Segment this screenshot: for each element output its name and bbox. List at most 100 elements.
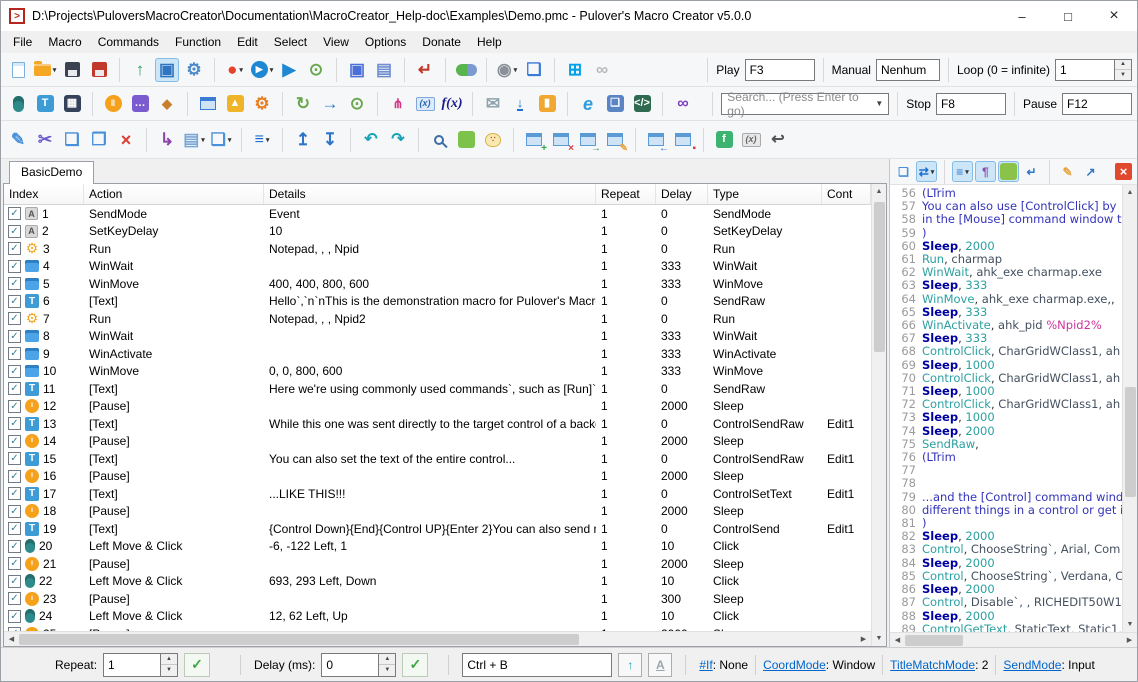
repeat-input[interactable] (103, 653, 161, 677)
window-command-icon[interactable] (196, 92, 220, 116)
insert-file-icon[interactable]: ↳ (155, 128, 179, 152)
power-options-icon[interactable]: ◉▾ (495, 58, 519, 82)
highlight-icon[interactable] (998, 161, 1019, 182)
table-row[interactable]: ✓T19[Text]{Control Down}{End}{Control UP… (4, 520, 871, 538)
row-checkbox[interactable]: ✓ (8, 417, 21, 430)
row-checkbox[interactable]: ✓ (8, 260, 21, 273)
scroll-down-icon[interactable]: ▼ (872, 631, 887, 646)
table-row[interactable]: ✓A2SetKeyDelay1010SetKeyDelay (4, 223, 871, 241)
play-circle-icon[interactable]: ▶▾ (250, 58, 274, 82)
variables-lock-icon[interactable]: (x) (739, 128, 763, 152)
table-row[interactable]: ✓‖23[Pause]1300Sleep (4, 590, 871, 608)
loop-count-stepper[interactable]: ▲▼ (1115, 59, 1132, 81)
record-icon[interactable]: ●▾ (223, 58, 247, 82)
timed-play-icon[interactable]: ⊙ (304, 58, 328, 82)
table-row[interactable]: ✓4WinWait1333WinWait (4, 258, 871, 276)
menu-view[interactable]: View (315, 32, 357, 52)
pause-hotkey-input[interactable] (1062, 93, 1132, 115)
cut-icon[interactable]: ✂ (33, 128, 57, 152)
menu-function[interactable]: Function (167, 32, 229, 52)
row-checkbox[interactable]: ✓ (8, 225, 21, 238)
status-link-if[interactable]: #If (699, 658, 712, 672)
row-checkbox[interactable]: ✓ (8, 452, 21, 465)
chevron-down-icon[interactable]: ▼ (875, 99, 883, 108)
delay-input[interactable] (321, 653, 379, 677)
status-link-sendmode[interactable]: SendMode (1003, 658, 1061, 672)
open-folder-icon[interactable]: ▾ (33, 58, 57, 82)
table-row[interactable]: ✓T6[Text]Hello`,`n`nThis is the demonstr… (4, 293, 871, 311)
column-header-index[interactable]: Index (4, 184, 84, 204)
gamepad-icon[interactable]: ∞ (590, 58, 614, 82)
toggle-icon[interactable] (454, 58, 478, 82)
row-checkbox[interactable]: ✓ (8, 312, 21, 325)
hotkey-input[interactable] (462, 653, 612, 677)
chevron-down-icon[interactable]: ▾ (228, 136, 232, 144)
scrollbar-thumb[interactable] (1125, 387, 1136, 497)
code-horizontal-scrollbar[interactable]: ◀ ▶ (890, 632, 1137, 647)
column-header-repeat[interactable]: Repeat (596, 184, 656, 204)
row-checkbox[interactable]: ✓ (8, 487, 21, 500)
manual-hotkey-input[interactable] (876, 59, 940, 81)
repeat-stepper[interactable]: ▲▼ (161, 653, 178, 677)
table-row[interactable]: ✓10WinMove0, 0, 800, 6001333WinMove (4, 363, 871, 381)
word-wrap-icon[interactable]: ↵ (1021, 161, 1042, 182)
edit-script-icon[interactable]: ✎ (1057, 161, 1078, 182)
chevron-down-icon[interactable]: ▾ (266, 136, 270, 144)
spin-up-icon[interactable]: ▲ (1115, 60, 1131, 71)
scroll-up-icon[interactable]: ▲ (1123, 185, 1138, 200)
palette-icon[interactable]: ∵ (481, 128, 505, 152)
chevron-down-icon[interactable]: ▾ (514, 66, 518, 74)
scrollbar-thumb[interactable] (19, 634, 579, 645)
apply-repeat-button[interactable]: ✓ (184, 653, 210, 677)
spin-down-icon[interactable]: ▼ (1115, 70, 1131, 80)
scroll-left-icon[interactable]: ◀ (890, 633, 905, 648)
menu-donate[interactable]: Donate (414, 32, 469, 52)
minimize-window-icon[interactable]: ▤ (372, 58, 396, 82)
table-row[interactable]: ✓5WinMove400, 400, 800, 6001333WinMove (4, 275, 871, 293)
menu-file[interactable]: File (5, 32, 40, 52)
window-save-icon[interactable]: ▪ (671, 128, 695, 152)
scroll-left-icon[interactable]: ◀ (4, 632, 19, 647)
paste-icon[interactable]: ❒ (87, 128, 111, 152)
variable-icon[interactable]: (x) (413, 92, 437, 116)
row-checkbox[interactable]: ✓ (8, 435, 21, 448)
row-checkbox[interactable]: ✓ (8, 277, 21, 290)
show-symbols-icon[interactable]: ¶ (975, 161, 996, 182)
comment-icon[interactable] (454, 128, 478, 152)
table-row[interactable]: ✓T11[Text]Here we're using commonly used… (4, 380, 871, 398)
select-options-icon[interactable]: ▤▾ (182, 128, 206, 152)
image-binoculars-icon[interactable]: ∞ (671, 92, 695, 116)
table-row[interactable]: ✓⚙7RunNotepad, , , Npid210Run (4, 310, 871, 328)
format-options-icon[interactable]: ≡▾ (952, 161, 973, 182)
table-row[interactable]: ✓T13[Text]While this one was sent direct… (4, 415, 871, 433)
mouse-icon[interactable] (6, 92, 30, 116)
redo-icon[interactable]: ↷ (386, 128, 410, 152)
chevron-down-icon[interactable]: ▾ (270, 66, 274, 74)
status-link-titlematchmode[interactable]: TitleMatchMode (890, 658, 975, 672)
row-checkbox[interactable]: ✓ (8, 557, 21, 570)
copy-icon[interactable]: ❏ (60, 128, 84, 152)
table-row[interactable]: ✓⚙3RunNotepad, , , Npid10Run (4, 240, 871, 258)
row-checkbox[interactable]: ✓ (8, 347, 21, 360)
row-checkbox[interactable]: ✓ (8, 470, 21, 483)
chevron-down-icon[interactable]: ▾ (201, 136, 205, 144)
scroll-right-icon[interactable]: ▶ (1122, 633, 1137, 648)
text-shortcut-button[interactable]: A (648, 653, 672, 677)
menu-options[interactable]: Options (357, 32, 414, 52)
maximize-button[interactable]: □ (1045, 1, 1091, 31)
image-search-icon[interactable]: ▲ (223, 92, 247, 116)
column-header-action[interactable]: Action (84, 184, 264, 204)
window-apply-icon[interactable]: → (576, 128, 600, 152)
table-row[interactable]: ✓20Left Move & Click-6, -122 Left, 1110C… (4, 538, 871, 556)
new-file-icon[interactable] (6, 58, 30, 82)
scrollbar-thumb[interactable] (905, 635, 963, 646)
chevron-down-icon[interactable]: ▾ (965, 168, 969, 176)
row-checkbox[interactable]: ✓ (8, 610, 21, 623)
row-checkbox[interactable]: ✓ (8, 295, 21, 308)
play-hotkey-input[interactable] (745, 59, 815, 81)
move-top-icon[interactable]: ↥ (291, 128, 315, 152)
close-button[interactable]: × (1091, 1, 1137, 31)
window-restore-icon[interactable]: ← (644, 128, 668, 152)
scrollbar-thumb[interactable] (874, 202, 885, 352)
insert-keywait-icon[interactable]: ↵ (413, 58, 437, 82)
